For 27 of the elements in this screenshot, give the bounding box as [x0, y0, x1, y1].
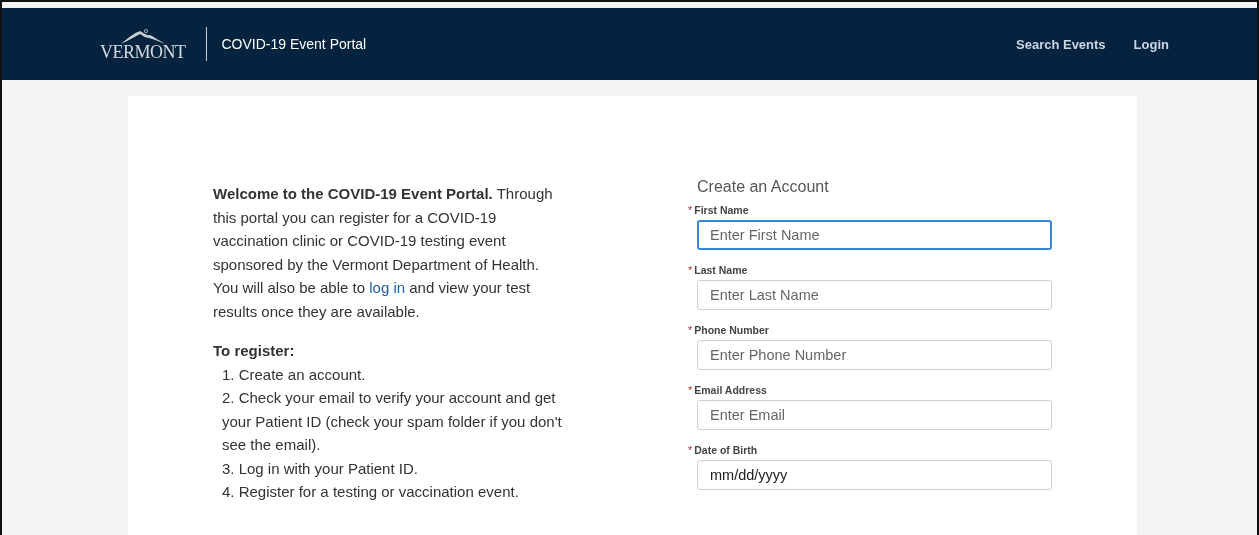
nav-link[interactable]: Login [1133, 36, 1169, 52]
step-text: 4. Register for a testing or vaccination event. [221, 482, 520, 502]
required-mark: * [688, 324, 693, 336]
required-mark: * [688, 444, 693, 456]
input-field[interactable]: Enter Phone Number [697, 340, 1052, 370]
input-field[interactable]: mm/dd/yyyy [697, 460, 1052, 490]
input-field[interactable]: Enter First Name [697, 220, 1052, 250]
portal-title: COVID-19 Event Portal [221, 36, 367, 52]
required-mark: * [688, 264, 693, 276]
input-field[interactable]: Enter Email [697, 400, 1052, 430]
form-title: Create an Account [696, 178, 830, 196]
field-label: Date of Birth [694, 444, 758, 456]
nav-link[interactable]: Search Events [1016, 36, 1106, 52]
inline-link[interactable]: log in [369, 279, 406, 296]
required-mark: * [688, 204, 693, 216]
step-text: 2. Check your email to verify your account and get your Patient ID (check your spam folder if you don't see the email). [221, 388, 563, 455]
field-label: First Name [694, 204, 749, 216]
step-text: 3. Log in with your Patient ID. [221, 458, 419, 479]
field-label: Phone Number [694, 324, 769, 336]
steps-heading: To register: [213, 341, 296, 361]
logo-text: VERMONT [100, 43, 186, 61]
input-field[interactable]: Enter Last Name [697, 280, 1052, 310]
field-label: Email Address [694, 384, 767, 396]
required-mark: * [688, 384, 693, 396]
step-text: 1. Create an account. [221, 364, 367, 385]
field-label: Last Name [694, 264, 748, 276]
welcome-paragraph: Welcome to the COVID-19 Event Portal. Through this portal you can register for a COVID-19 vaccination clinic or COVID-19 testing event sponsored by the Vermont Department of Health. You will also be able to log in and view your test results once they are available. [213, 184, 554, 322]
